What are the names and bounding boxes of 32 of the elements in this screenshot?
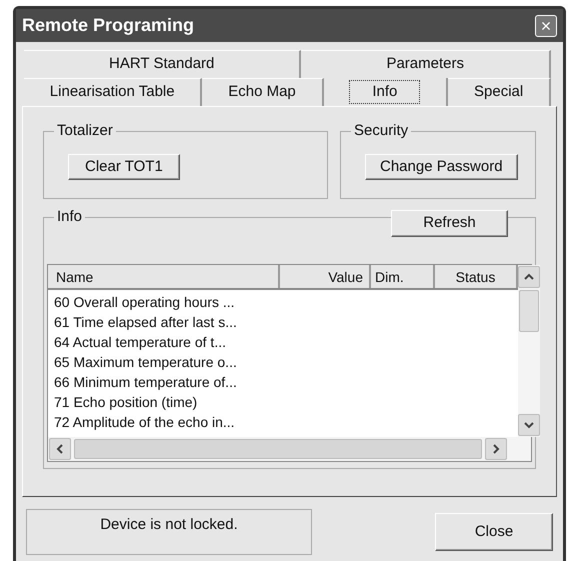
- scroll-right-icon[interactable]: [485, 438, 507, 460]
- table-cell-text: 65 Maximum temperature o...: [54, 353, 237, 372]
- scroll-down-icon[interactable]: [518, 414, 540, 436]
- close-button[interactable]: ×: [535, 14, 557, 36]
- tab[interactable]: Parameters: [301, 50, 551, 78]
- vertical-scrollbar[interactable]: [518, 265, 540, 437]
- change-password-button[interactable]: Change Password: [365, 154, 518, 180]
- group-title: Security: [351, 121, 412, 141]
- tab[interactable]: Special: [448, 78, 552, 106]
- table-cell-text: 60 Overall operating hours ...: [54, 293, 235, 312]
- clear-total-button[interactable]: Clear TOT1: [68, 154, 180, 180]
- scroll-thumb[interactable]: [519, 290, 539, 332]
- scroll-left-icon[interactable]: [49, 438, 71, 460]
- scroll-thumb[interactable]: [74, 439, 482, 459]
- column-header[interactable]: Name: [48, 265, 280, 288]
- table-cell-text: 61 Time elapsed after last s...: [54, 313, 237, 332]
- status-text: Device is not locked.: [100, 515, 238, 535]
- scroll-up-icon[interactable]: [518, 266, 540, 288]
- table-cell-text: 66 Minimum temperature of...: [54, 373, 237, 392]
- column-header[interactable]: Value: [280, 265, 371, 288]
- window-title: Remote Programing: [22, 14, 194, 37]
- close-dialog-button[interactable]: Close: [435, 513, 553, 551]
- horizontal-scrollbar[interactable]: [48, 437, 531, 461]
- refresh-button[interactable]: Refresh: [391, 210, 508, 237]
- tab[interactable]: Info: [324, 78, 448, 106]
- tab[interactable]: Linearisation Table: [24, 78, 202, 106]
- tab[interactable]: HART Standard: [24, 50, 302, 78]
- tab[interactable]: Echo Map: [202, 78, 324, 106]
- table-cell-text: 72 Amplitude of the echo in...: [54, 413, 235, 432]
- table-cell-text: 71 Echo position (time): [54, 393, 198, 412]
- column-header[interactable]: Dim.: [371, 265, 435, 288]
- table-cell-text: 64 Actual temperature of t...: [54, 333, 226, 352]
